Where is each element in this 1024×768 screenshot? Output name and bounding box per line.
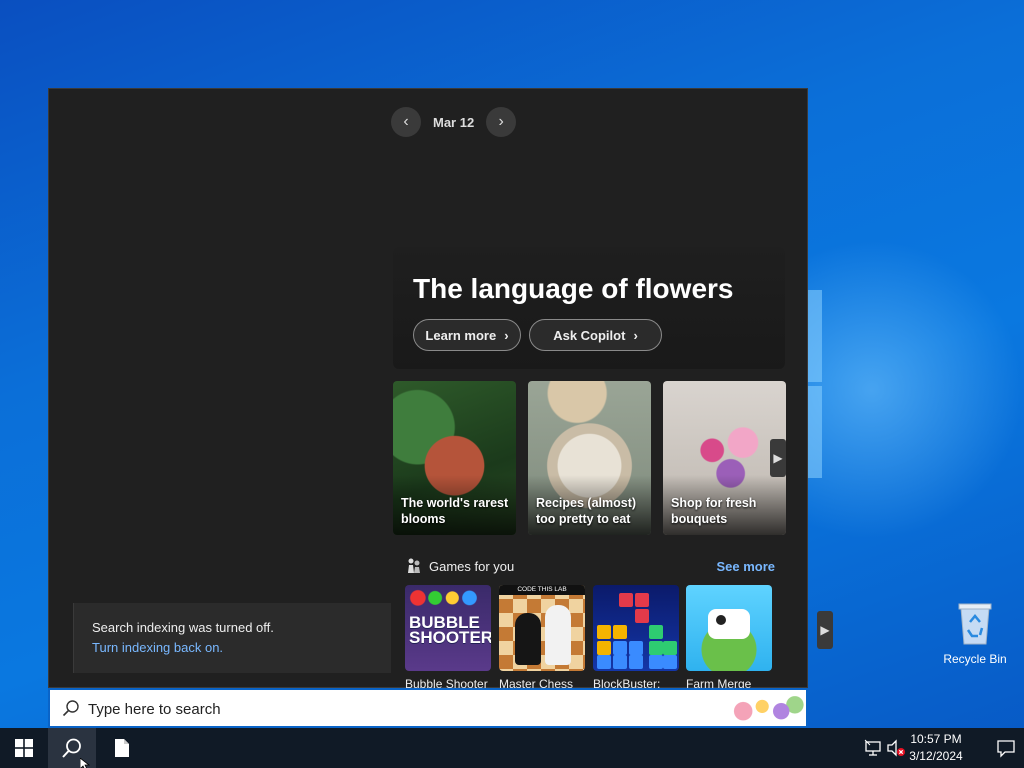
search-icon <box>62 738 81 758</box>
topic-card-caption: Recipes (almost) too pretty to eat <box>536 496 637 526</box>
taskbar: 10:57 PM 3/12/2024 <box>0 728 1024 768</box>
action-center-icon[interactable] <box>996 738 1016 758</box>
wallpaper-logo-pane <box>808 386 822 478</box>
topic-card-caption: Shop for fresh bouquets <box>671 496 757 526</box>
indexing-message: Search indexing was turned off. <box>92 620 274 635</box>
topic-card-caption: The world's rarest blooms <box>401 496 509 526</box>
chevron-right-icon: › <box>633 327 638 343</box>
see-more-link[interactable]: See more <box>716 559 775 574</box>
start-button[interactable] <box>0 728 48 768</box>
chevron-right-icon: › <box>498 113 504 130</box>
hero-card[interactable]: The language of flowers Learn more › Ask… <box>393 247 785 369</box>
document-icon <box>115 739 129 757</box>
caret-right-icon: ▶ <box>820 623 830 637</box>
game-tile[interactable]: Farm Merge <box>686 585 772 691</box>
game-tile[interactable]: BUBBLE SHOOTER Bubble Shooter <box>405 585 491 691</box>
topic-card[interactable]: Recipes (almost) too pretty to eat <box>528 381 651 535</box>
recycle-bin-icon <box>956 600 994 646</box>
topic-cards: The world's rarest blooms Recipes (almos… <box>393 381 793 535</box>
ask-copilot-button[interactable]: Ask Copilot › <box>529 319 662 351</box>
search-flyout-panel: ‹ Mar 12 › The language of flowers Learn… <box>48 88 833 691</box>
search-icon <box>62 700 79 717</box>
hero-title: The language of flowers <box>413 273 734 304</box>
flowers-illustration <box>728 692 804 724</box>
games-next-button[interactable]: ▶ <box>817 611 833 649</box>
game-thumbnail: CODE THIS LAB <box>499 585 585 671</box>
game-thumbnail <box>593 585 679 671</box>
previous-day-button[interactable]: ‹ <box>391 107 421 137</box>
network-icon[interactable] <box>864 738 884 758</box>
mouse-cursor-icon <box>80 758 90 768</box>
game-thumbnail: BUBBLE SHOOTER <box>405 585 491 671</box>
topic-card[interactable]: The world's rarest blooms <box>393 381 516 535</box>
games-section-header: Games for you See more <box>405 557 775 577</box>
recycle-bin-label: Recycle Bin <box>943 652 1007 666</box>
wallpaper-logo-pane <box>808 290 822 382</box>
search-box <box>48 688 808 728</box>
clock-date: 3/12/2024 <box>909 749 963 763</box>
windows-logo-icon <box>15 739 33 757</box>
chess-piece <box>545 605 571 665</box>
ask-copilot-label: Ask Copilot <box>553 327 626 343</box>
date-navigator: ‹ Mar 12 › <box>391 107 517 137</box>
games-heading: Games for you <box>429 559 515 574</box>
game-thumbnail <box>686 585 772 671</box>
chevron-right-icon: › <box>504 327 509 343</box>
chess-piece <box>515 613 541 665</box>
taskbar-file-button[interactable] <box>98 728 146 768</box>
turn-indexing-on-link[interactable]: Turn indexing back on. <box>92 640 223 655</box>
learn-more-button[interactable]: Learn more › <box>413 319 521 351</box>
game-tile[interactable]: BlockBuster: <box>593 585 679 691</box>
topic-card[interactable]: Shop for fresh bouquets <box>663 381 786 535</box>
taskbar-clock[interactable]: 10:57 PM 3/12/2024 <box>906 731 966 765</box>
next-day-button[interactable]: › <box>486 107 517 137</box>
game-pieces-icon <box>408 558 420 573</box>
caret-right-icon: ▶ <box>773 451 783 465</box>
recycle-bin-shortcut[interactable]: Recycle Bin <box>940 600 1010 666</box>
cards-next-button[interactable]: ▶ <box>770 439 786 477</box>
clock-time: 10:57 PM <box>910 732 962 746</box>
volume-muted-icon[interactable] <box>886 738 906 758</box>
indexing-notice: Search indexing was turned off. Turn ind… <box>73 603 391 673</box>
chevron-left-icon: ‹ <box>403 113 409 130</box>
date-label: Mar 12 <box>433 114 475 130</box>
search-input[interactable] <box>88 696 688 722</box>
game-tile[interactable]: CODE THIS LAB Master Chess <box>499 585 585 691</box>
games-row: BUBBLE SHOOTER Bubble Shooter CODE THIS … <box>405 585 833 691</box>
cow-figure <box>708 609 750 639</box>
system-tray: 10:57 PM 3/12/2024 <box>854 728 1024 768</box>
learn-more-label: Learn more <box>425 327 497 343</box>
